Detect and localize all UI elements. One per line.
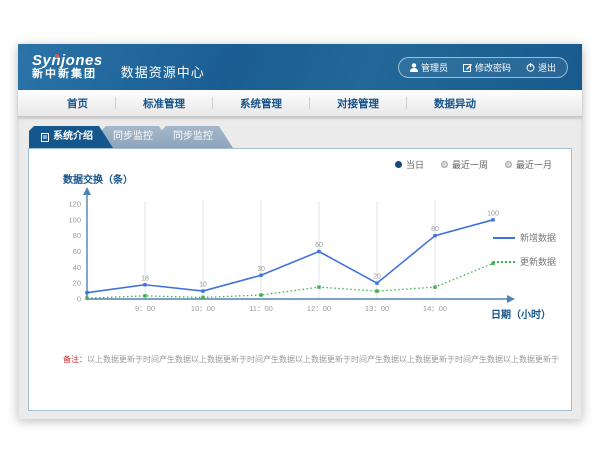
tab-system-intro-label: 系统介绍: [53, 126, 93, 148]
app-header: Synjones 新中新集团 数据资源中心 管理员 修改密码 退出: [18, 44, 582, 90]
page-title: 数据资源中心: [121, 62, 205, 81]
tab-sync-monitor-1-label: 同步监控: [113, 126, 153, 148]
filter-last-week-label: 最近一周: [452, 158, 488, 171]
chart-panel: 当日 最近一周 最近一月 数据交换（条） 9：00 10：00 11：00 12：00…: [28, 148, 572, 411]
radio-selected-icon: [395, 161, 402, 168]
admin-user-label: 管理员: [421, 61, 448, 74]
nav-item-home[interactable]: 首页: [40, 96, 115, 111]
svg-text:30: 30: [257, 266, 265, 273]
svg-text:13：00: 13：00: [365, 304, 389, 313]
tab-bar: 系统介绍 同步监控 同步监控: [28, 126, 572, 148]
svg-text:60: 60: [73, 247, 81, 256]
user-icon: [410, 63, 418, 72]
filter-today-label: 当日: [406, 158, 424, 171]
svg-text:10: 10: [199, 282, 207, 289]
svg-text:12：00: 12：00: [307, 304, 331, 313]
nav-item-standard-mgmt[interactable]: 标准管理: [116, 96, 212, 111]
svg-text:80: 80: [73, 231, 81, 240]
filter-today[interactable]: 当日: [395, 158, 424, 171]
filter-last-month-label: 最近一月: [516, 158, 552, 171]
svg-text:20: 20: [73, 279, 81, 288]
svg-text:9：00: 9：00: [135, 304, 155, 313]
svg-text:20: 20: [373, 274, 381, 281]
nav-item-system-mgmt[interactable]: 系统管理: [213, 96, 309, 111]
change-password-label: 修改密码: [475, 61, 511, 74]
svg-text:0: 0: [77, 295, 81, 304]
legend-item-update-data: 更新数据: [493, 255, 556, 268]
filter-last-month[interactable]: 最近一月: [505, 158, 552, 171]
svg-text:14：00: 14：00: [423, 304, 447, 313]
logo-text-cn: 新中新集团: [32, 69, 103, 81]
tab-system-intro[interactable]: 系统介绍: [29, 126, 113, 148]
radio-unselected-icon: [505, 161, 512, 168]
company-logo: Synjones 新中新集团: [32, 53, 103, 80]
nav-item-data-change[interactable]: 数据异动: [407, 96, 503, 111]
svg-text:60: 60: [315, 242, 323, 249]
svg-text:100: 100: [68, 215, 81, 224]
app-window: Synjones 新中新集团 数据资源中心 管理员 修改密码 退出 首页 标准管…: [18, 44, 582, 419]
admin-user-button[interactable]: 管理员: [410, 61, 448, 74]
dotted-line-swatch-icon: [493, 261, 515, 263]
solid-line-swatch-icon: [493, 237, 515, 239]
logout-icon: [526, 63, 535, 72]
note-prefix: 备注：: [63, 355, 87, 364]
logo-text-en: Synjones: [32, 53, 103, 69]
svg-text:18: 18: [141, 275, 149, 282]
svg-text:80: 80: [431, 226, 439, 233]
content-area: 系统介绍 同步监控 同步监控 当日 最近一周: [18, 117, 582, 419]
footer-note: 备注：以上数据更新于时间产生数据以上数据更新于时间产生数据以上数据更新于时间产生…: [63, 354, 559, 365]
legend-update-data-label: 更新数据: [520, 255, 556, 268]
document-icon: [41, 133, 49, 142]
filter-last-week[interactable]: 最近一周: [441, 158, 488, 171]
legend-new-data-label: 新增数据: [520, 231, 556, 244]
x-axis-title: 日期（小时）: [491, 306, 551, 321]
note-text: 以上数据更新于时间产生数据以上数据更新于时间产生数据以上数据更新于时间产生数据以…: [87, 355, 559, 364]
nav-item-interface-mgmt[interactable]: 对接管理: [310, 96, 406, 111]
edit-icon: [463, 63, 472, 72]
svg-text:120: 120: [68, 200, 81, 209]
time-range-filter: 当日 最近一周 最近一月: [395, 158, 552, 171]
radio-unselected-icon: [441, 161, 448, 168]
user-actions-group: 管理员 修改密码 退出: [398, 57, 568, 78]
svg-text:11：00: 11：00: [249, 304, 273, 313]
line-chart: 9：00 10：00 11：00 12：00 13：00 14：00 0 20 40 60 80 10…: [59, 187, 519, 319]
chart-legend: 新增数据 更新数据: [493, 231, 556, 268]
tab-sync-monitor-1[interactable]: 同步监控: [101, 126, 173, 148]
y-axis-title: 数据交换（条）: [63, 171, 133, 186]
svg-text:100: 100: [487, 210, 499, 217]
svg-text:10：00: 10：00: [191, 304, 215, 313]
tab-sync-monitor-2[interactable]: 同步监控: [161, 126, 233, 148]
logout-button[interactable]: 退出: [526, 61, 556, 74]
main-navbar: 首页 标准管理 系统管理 对接管理 数据异动: [18, 90, 582, 117]
logout-label: 退出: [538, 61, 556, 74]
tab-sync-monitor-2-label: 同步监控: [173, 126, 213, 148]
change-password-button[interactable]: 修改密码: [463, 61, 511, 74]
legend-item-new-data: 新增数据: [493, 231, 556, 244]
svg-text:40: 40: [73, 263, 81, 272]
